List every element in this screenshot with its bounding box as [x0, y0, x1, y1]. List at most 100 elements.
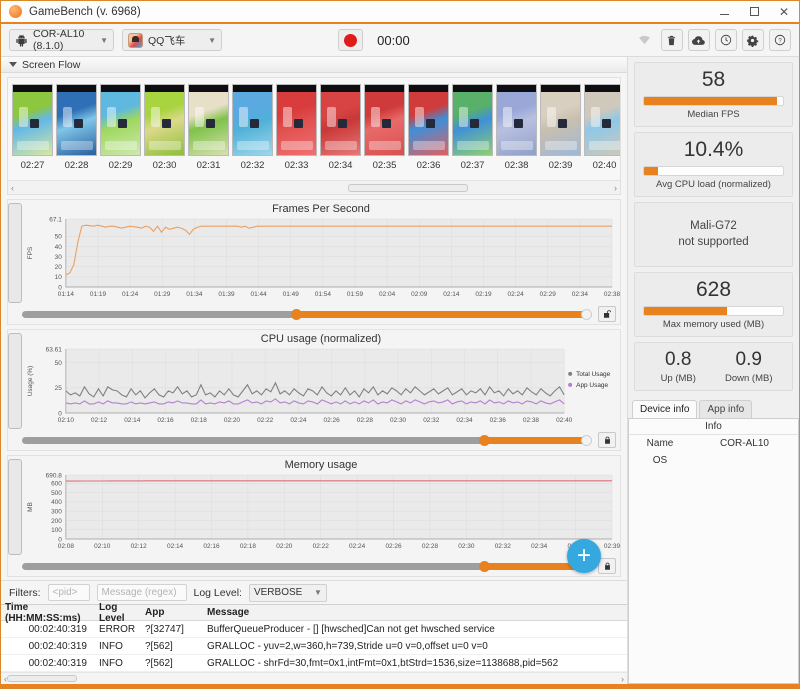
lock-open-icon[interactable]	[598, 306, 616, 322]
slider-fill	[484, 437, 587, 444]
log-cell-app: ?[562]	[145, 658, 203, 669]
thumbnail-time: 02:29	[109, 160, 133, 171]
screen-flow-thumbnail[interactable]: 02:34	[320, 84, 361, 180]
svg-text:600: 600	[51, 481, 62, 488]
chart-plot-area: CPU usage (normalized)63.615025002:1002:…	[22, 330, 620, 432]
screen-flow-thumbnail[interactable]: 02:31	[188, 84, 229, 180]
device-selector[interactable]: COR-AL10 (8.1.0) ▼	[9, 29, 114, 51]
screen-flow-thumbnail[interactable]: 02:40	[584, 84, 620, 180]
svg-text:02:04: 02:04	[379, 291, 396, 298]
trash-icon[interactable]	[661, 29, 683, 51]
svg-text:300: 300	[51, 508, 62, 515]
svg-text:02:32: 02:32	[423, 417, 440, 424]
device-info-key: OS	[629, 455, 691, 466]
history-icon[interactable]	[715, 29, 737, 51]
slider-handle-right[interactable]	[581, 309, 592, 320]
table-row[interactable]: 00:02:40:319INFO?[562]GRALLOC - shrFd=30…	[1, 655, 627, 672]
avg-cpu-card: 10.4% Avg CPU load (normalized)	[634, 132, 793, 197]
thumbnail-time: 02:40	[593, 160, 617, 171]
chart-title: Memory usage	[22, 456, 620, 471]
screen-flow-thumbnail[interactable]: 02:38	[496, 84, 537, 180]
screen-flow-thumbnail[interactable]: 02:37	[452, 84, 493, 180]
chart-block-fps: Frames Per Second67.15040302010001:1401:…	[7, 199, 621, 325]
add-button[interactable]: +	[567, 539, 601, 573]
chart-block-memory: Memory usage690.8600500400300200100002:0…	[7, 455, 621, 577]
chart-range-slider[interactable]	[22, 311, 592, 318]
slider-handle-left[interactable]	[291, 309, 302, 320]
log-hscrollbar[interactable]: ‹ ›	[1, 672, 627, 684]
thumbnail-time: 02:32	[241, 160, 265, 171]
slider-handle-left[interactable]	[479, 435, 490, 446]
screen-flow-header[interactable]: Screen Flow	[1, 57, 627, 73]
log-level-select[interactable]: VERBOSE ▼	[249, 584, 327, 602]
screen-flow-thumbnail[interactable]: 02:28	[56, 84, 97, 180]
screen-flow-thumbnail[interactable]: 02:32	[232, 84, 273, 180]
scroll-thumb[interactable]	[8, 203, 22, 303]
svg-text:02:14: 02:14	[167, 543, 184, 550]
device-info-key: Name	[629, 438, 691, 449]
svg-text:01:49: 01:49	[283, 291, 300, 298]
svg-text:02:28: 02:28	[357, 417, 374, 424]
wifi-icon[interactable]	[634, 29, 656, 51]
slider-handle-left[interactable]	[479, 561, 490, 572]
chart-vertical-scrollbar[interactable]	[8, 456, 22, 558]
chart-plot-area: Frames Per Second67.15040302010001:1401:…	[22, 200, 620, 306]
lock-closed-icon[interactable]	[598, 558, 616, 574]
screen-flow-thumbnail[interactable]: 02:29	[100, 84, 141, 180]
svg-text:Total Usage: Total Usage	[576, 371, 611, 378]
app-selector[interactable]: QQ飞车 ▼	[122, 29, 222, 51]
log-scroll-thumb[interactable]	[7, 675, 77, 682]
svg-text:02:29: 02:29	[540, 291, 557, 298]
chart-range-slider[interactable]	[22, 563, 592, 570]
tab-app-info[interactable]: App info	[699, 400, 752, 418]
chart-row: CPU usage (normalized)63.615025002:1002:…	[8, 330, 620, 432]
slider-handle-right[interactable]	[581, 435, 592, 446]
screen-flow-thumbnail[interactable]: 02:36	[408, 84, 449, 180]
cloud-upload-icon[interactable]	[688, 29, 710, 51]
lock-closed-icon[interactable]	[598, 432, 616, 448]
screen-flow-thumbnail[interactable]: 02:30	[144, 84, 185, 180]
filters-label: Filters:	[9, 587, 41, 599]
help-icon[interactable]: ?	[769, 29, 791, 51]
scroll-track[interactable]	[18, 184, 610, 192]
message-filter-input[interactable]: Message (regex)	[97, 584, 187, 601]
thumbnail-time: 02:36	[417, 160, 441, 171]
screen-flow-strip[interactable]: 02:2702:28 02:29 02:3002:31 02:32 02:3302:34…	[8, 78, 620, 180]
median-fps-value: 58	[643, 69, 784, 91]
svg-text:02:18: 02:18	[191, 417, 208, 424]
chart-vertical-scrollbar[interactable]	[8, 330, 22, 432]
scroll-thumb[interactable]	[8, 459, 22, 555]
table-row[interactable]: 00:02:40:319ERROR?[32747]BufferQueueProd…	[1, 621, 627, 638]
max-memory-label: Max memory used (MB)	[643, 319, 784, 330]
screen-flow-scrollbar[interactable]: ‹ ›	[8, 180, 620, 194]
log-scroll-right-icon[interactable]: ›	[621, 674, 624, 684]
median-fps-card: 58 Median FPS	[634, 62, 793, 127]
svg-text:01:29: 01:29	[154, 291, 171, 298]
table-row[interactable]: 00:02:40:319INFO?[562]GRALLOC - yuv=2,w=…	[1, 638, 627, 655]
maximize-button[interactable]	[739, 1, 769, 23]
device-info-panel: Device info App info Info Name COR-AL10 …	[628, 400, 799, 684]
thumbnail-image	[584, 84, 620, 156]
scroll-thumb[interactable]	[348, 184, 468, 192]
screen-flow-thumbnail[interactable]: 02:35	[364, 84, 405, 180]
record-button[interactable]	[338, 29, 363, 51]
plot-wrap: 67.15040302010001:1401:1901:2401:2901:34…	[22, 215, 620, 306]
screen-flow-thumbnail[interactable]: 02:33	[276, 84, 317, 180]
svg-text:01:24: 01:24	[122, 291, 139, 298]
svg-text:02:30: 02:30	[458, 543, 475, 550]
close-button[interactable]: ✕	[769, 1, 799, 23]
chart-vertical-scrollbar[interactable]	[8, 200, 22, 306]
chart-range-slider[interactable]	[22, 437, 592, 444]
screen-flow-thumbnail[interactable]: 02:27	[12, 84, 53, 180]
svg-text:App Usage: App Usage	[576, 382, 608, 389]
scroll-thumb[interactable]	[8, 333, 22, 429]
svg-text:40: 40	[55, 244, 63, 251]
scroll-left-icon[interactable]: ‹	[11, 183, 14, 193]
settings-icon[interactable]	[742, 29, 764, 51]
log-area: Filters: <pid> Message (regex) Log Level…	[1, 580, 627, 684]
minimize-button[interactable]	[709, 1, 739, 23]
pid-filter-input[interactable]: <pid>	[48, 584, 90, 601]
scroll-right-icon[interactable]: ›	[614, 183, 617, 193]
tab-device-info[interactable]: Device info	[632, 400, 697, 418]
screen-flow-thumbnail[interactable]: 02:39	[540, 84, 581, 180]
